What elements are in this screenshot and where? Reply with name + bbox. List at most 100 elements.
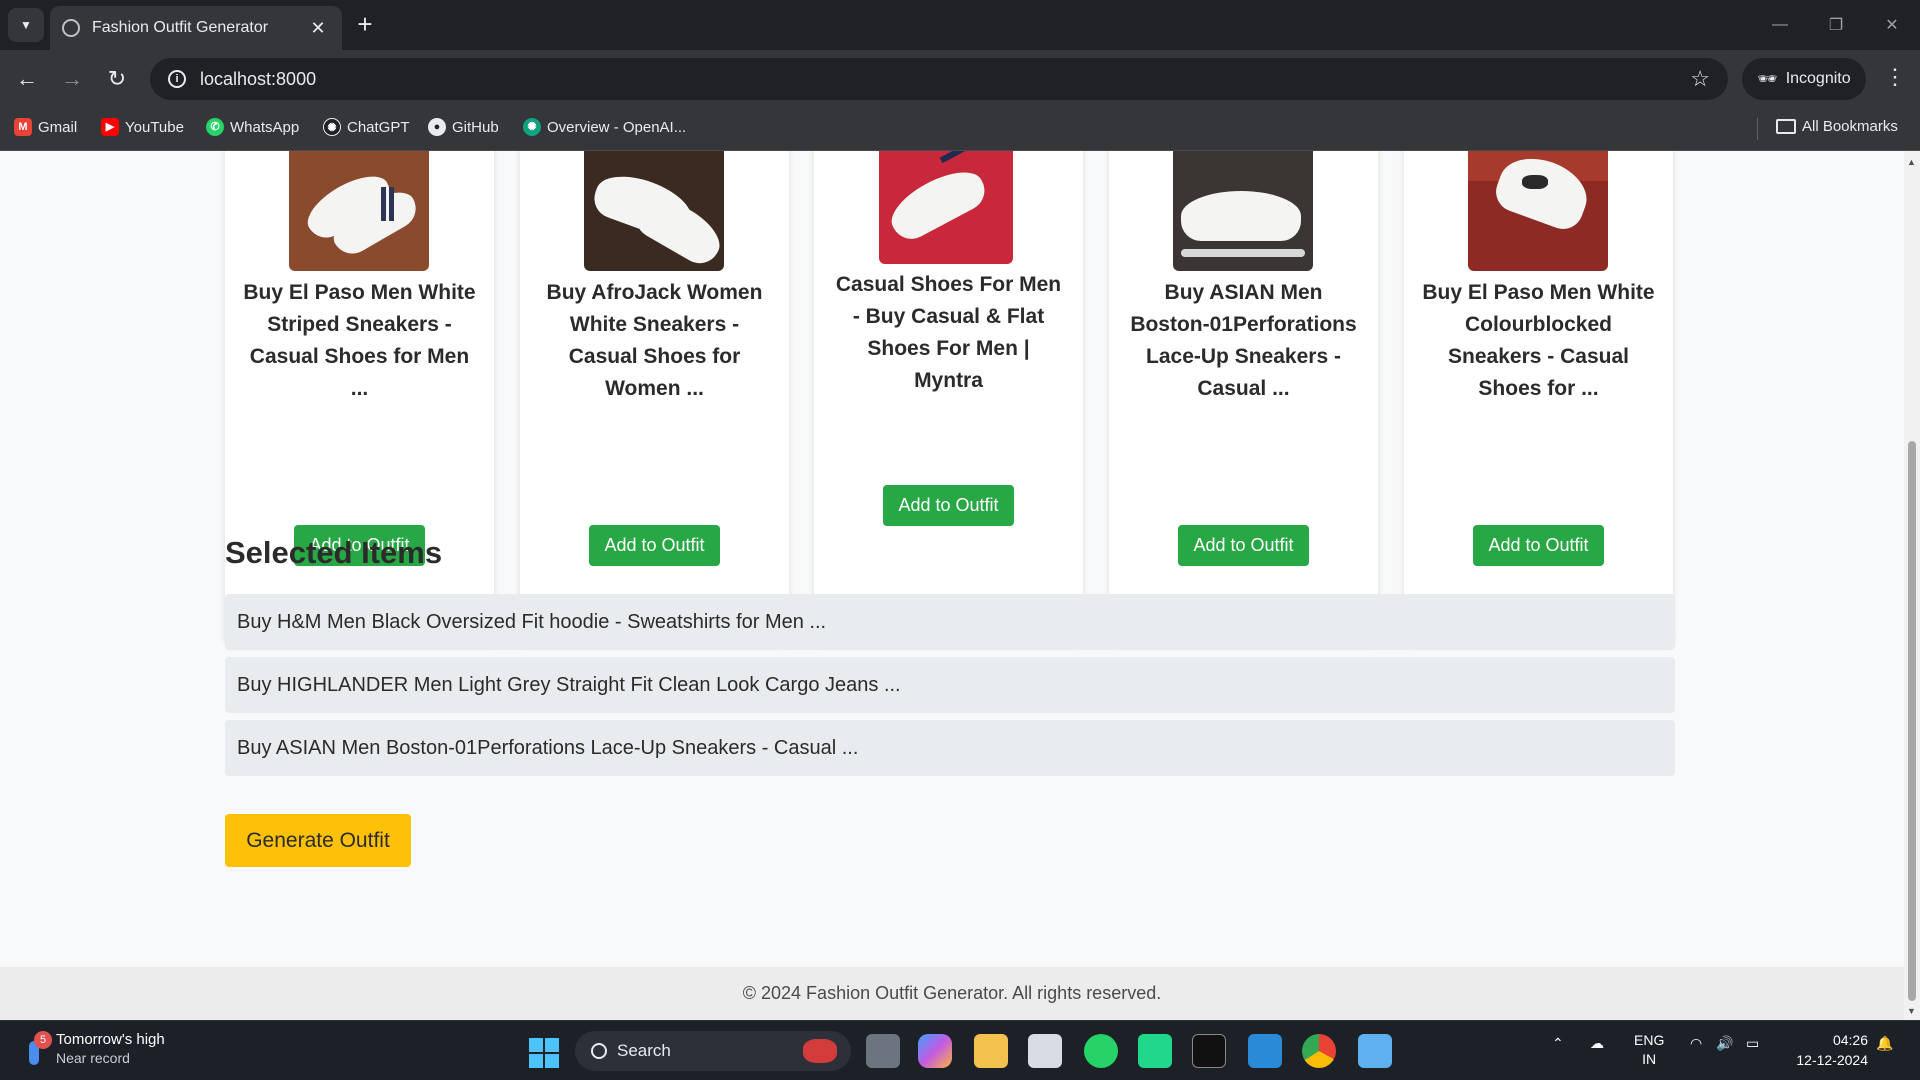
vscode-icon[interactable] <box>1248 1034 1282 1068</box>
taskbar-search[interactable]: Search <box>575 1031 851 1071</box>
page-scrollbar[interactable]: ▲ ▼ <box>1904 151 1920 1020</box>
close-window-icon[interactable]: ✕ <box>1864 0 1920 50</box>
tab-title: Fashion Outfit Generator <box>92 19 269 36</box>
file-explorer-icon[interactable] <box>974 1034 1008 1068</box>
forward-icon[interactable]: → <box>57 64 87 94</box>
chrome-icon[interactable] <box>1302 1034 1336 1068</box>
folder-icon <box>1776 119 1796 134</box>
pycharm-icon[interactable] <box>1138 1034 1172 1068</box>
incognito-icon: 🕶 <box>1757 71 1778 88</box>
product-image <box>289 151 429 271</box>
browser-toolbar: ← → ↻ i localhost:8000 ☆ 🕶 Incognito ⋮ <box>0 50 1920 108</box>
github-icon: ● <box>428 118 446 136</box>
windows-taskbar: 5 Tomorrow's high Near record Search ⌃ ☁… <box>0 1020 1920 1080</box>
bookmark-star-icon[interactable]: ☆ <box>1690 66 1710 92</box>
product-grid: Buy El Paso Men White Striped Sneakers -… <box>225 151 1675 645</box>
tab-strip: ▼ Fashion Outfit Generator ✕ + — ❐ ✕ <box>0 0 1920 50</box>
incognito-indicator[interactable]: 🕶 Incognito <box>1742 58 1866 100</box>
bookmark-youtube[interactable]: ▶ YouTube <box>101 118 184 136</box>
add-to-outfit-button[interactable]: Add to Outfit <box>1473 525 1604 566</box>
selected-item: Buy ASIAN Men Boston-01Perforations Lace… <box>225 720 1675 776</box>
incognito-label: Incognito <box>1785 70 1851 87</box>
product-card: Buy ASIAN Men Boston-01Perforations Lace… <box>1109 151 1378 645</box>
restore-icon[interactable]: ❐ <box>1808 0 1864 50</box>
product-name: Buy El Paso Men White Striped Sneakers -… <box>243 281 476 400</box>
minimize-icon[interactable]: — <box>1752 0 1808 50</box>
product-name: Buy El Paso Men White Colourblocked Snea… <box>1422 281 1655 400</box>
add-to-outfit-button[interactable]: Add to Outfit <box>589 525 720 566</box>
all-bookmarks-label: All Bookmarks <box>1802 118 1898 135</box>
new-tab-button[interactable]: + <box>350 10 380 40</box>
chatgpt-icon: ✺ <box>323 118 341 136</box>
search-label: Search <box>617 1041 671 1060</box>
clock-date: 12-12-2024 <box>1796 1052 1868 1068</box>
notepad-icon[interactable] <box>1358 1034 1392 1068</box>
system-clock[interactable]: 04:26 12-12-2024 <box>1796 1030 1868 1070</box>
bookmarks-divider <box>1757 118 1758 140</box>
weather-title: Tomorrow's high <box>56 1031 165 1048</box>
bookmark-chatgpt[interactable]: ✺ ChatGPT <box>323 118 410 136</box>
snipping-tool-icon[interactable] <box>1028 1034 1062 1068</box>
bookmark-gmail[interactable]: M Gmail <box>14 118 77 136</box>
volume-icon[interactable]: 🔊 <box>1716 1035 1733 1052</box>
url-text[interactable]: localhost:8000 <box>200 69 1690 90</box>
site-info-icon[interactable]: i <box>168 70 186 88</box>
wifi-icon[interactable]: ◠ <box>1690 1035 1702 1052</box>
globe-icon <box>62 19 80 37</box>
product-image <box>879 151 1013 264</box>
chevron-down-icon: ▼ <box>20 18 32 32</box>
selected-item: Buy H&M Men Black Oversized Fit hoodie -… <box>225 594 1675 650</box>
language-code: ENG <box>1634 1032 1665 1048</box>
openai-icon: ✺ <box>523 118 541 136</box>
product-name: Casual Shoes For Men - Buy Casual & Flat… <box>835 273 1062 392</box>
product-card: Casual Shoes For Men - Buy Casual & Flat… <box>814 151 1083 645</box>
whatsapp-app-icon[interactable] <box>1084 1034 1118 1068</box>
whatsapp-icon: ✆ <box>206 118 224 136</box>
add-to-outfit-button[interactable]: Add to Outfit <box>1178 525 1309 566</box>
notification-bell-icon[interactable]: 🔔 <box>1876 1035 1893 1052</box>
language-indicator[interactable]: ENG IN <box>1634 1031 1664 1069</box>
bookmarks-bar: M Gmail ▶ YouTube ✆ WhatsApp ✺ ChatGPT ●… <box>0 108 1920 151</box>
scroll-up-icon[interactable]: ▲ <box>1907 157 1916 167</box>
terminal-icon[interactable] <box>1192 1034 1226 1068</box>
bookmark-label: ChatGPT <box>347 118 410 136</box>
back-icon[interactable]: ← <box>12 64 42 94</box>
generate-outfit-button[interactable]: Generate Outfit <box>225 814 411 867</box>
all-bookmarks[interactable]: All Bookmarks <box>1776 118 1898 135</box>
weather-widget[interactable]: 5 Tomorrow's high Near record <box>24 1030 165 1068</box>
windows-start-icon[interactable] <box>529 1038 559 1068</box>
bookmark-label: WhatsApp <box>230 118 300 136</box>
selected-items-heading: Selected Items <box>225 535 443 570</box>
task-view-icon[interactable] <box>866 1034 900 1068</box>
onedrive-icon[interactable]: ☁ <box>1590 1035 1604 1052</box>
copilot-icon[interactable] <box>918 1034 952 1068</box>
menu-icon[interactable]: ⋮ <box>1884 64 1906 90</box>
bookmark-label: Overview - OpenAI... <box>547 118 687 136</box>
tab-active[interactable]: Fashion Outfit Generator ✕ <box>50 6 342 50</box>
close-icon[interactable]: ✕ <box>306 18 330 39</box>
address-bar[interactable]: i localhost:8000 ☆ <box>150 58 1728 100</box>
tab-search-button[interactable]: ▼ <box>8 8 44 42</box>
bookmark-label: GitHub <box>452 118 499 136</box>
product-card: Buy El Paso Men White Colourblocked Snea… <box>1404 151 1673 645</box>
scrollbar-thumb[interactable] <box>1908 441 1916 1001</box>
product-image <box>584 151 724 271</box>
add-to-outfit-button[interactable]: Add to Outfit <box>883 485 1014 526</box>
bookmark-label: YouTube <box>125 118 184 136</box>
bookmark-openai[interactable]: ✺ Overview - OpenAI... <box>523 118 686 136</box>
youtube-icon: ▶ <box>101 118 119 136</box>
search-highlight-icon <box>803 1039 837 1063</box>
bookmark-whatsapp[interactable]: ✆ WhatsApp <box>206 118 299 136</box>
clock-time: 04:26 <box>1832 1032 1868 1048</box>
scroll-down-icon[interactable]: ▼ <box>1907 1006 1916 1016</box>
reload-icon[interactable]: ↻ <box>102 64 132 94</box>
bookmark-label: Gmail <box>38 118 78 136</box>
gmail-icon: M <box>14 118 32 136</box>
bookmark-github[interactable]: ● GitHub <box>428 118 499 136</box>
page-footer: © 2024 Fashion Outfit Generator. All rig… <box>0 967 1904 1020</box>
product-image <box>1173 151 1313 271</box>
selected-item: Buy HIGHLANDER Men Light Grey Straight F… <box>225 657 1675 713</box>
battery-icon[interactable]: ▭ <box>1746 1035 1759 1052</box>
page-viewport: Buy El Paso Men White Striped Sneakers -… <box>0 151 1904 1020</box>
chevron-up-icon[interactable]: ⌃ <box>1552 1035 1564 1052</box>
